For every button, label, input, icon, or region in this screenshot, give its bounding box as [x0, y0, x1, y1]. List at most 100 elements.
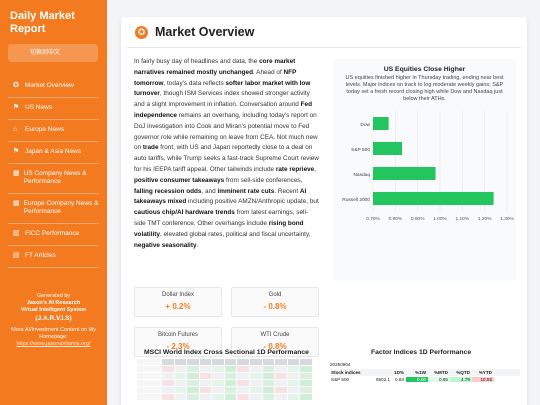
heatmap-row-label: [137, 373, 161, 379]
sidebar-item-japan-asia-news[interactable]: ⚑ Japan & Asia News: [0, 142, 107, 163]
heatmap-cell: [250, 387, 262, 393]
globe-icon: ✪: [13, 82, 19, 89]
heatmap-cell: [237, 366, 250, 372]
sidebar-item-us-news[interactable]: ⚑ US News: [0, 98, 107, 119]
sidebar-item-ficc-performance[interactable]: ▥ FICC Performance: [0, 224, 107, 245]
narrative-text: ,: [314, 165, 317, 173]
sidebar-item-label: US Company News & Performance: [23, 170, 87, 185]
metric-label: Gold: [268, 292, 282, 298]
narrative-text: . Ahead of: [252, 68, 284, 76]
main-card: ✪ Market Overview In fairly busy day of …: [121, 17, 527, 405]
heatmap-cell: [187, 387, 199, 393]
column-header: 1D%: [394, 370, 404, 375]
heatmap-cell: [300, 394, 312, 400]
factor-table: 20250904 Stock indices 1D% %1W %MTD %QTD %YTD…: [330, 362, 520, 383]
msci-title: MSCI World Index Cross Sectional 1D Perf…: [144, 349, 309, 356]
column-header: %YTD: [478, 370, 492, 375]
heatmap-cell: [224, 387, 237, 393]
heatmap-cell: [287, 359, 300, 365]
heatmap-cell: [275, 394, 287, 400]
category-label: S&P 500: [351, 147, 370, 153]
page-header: ✪ Market Overview: [135, 25, 254, 39]
sidebar-item-ft-articles[interactable]: ▤ FT Articles: [0, 246, 107, 267]
category-label: Nasdaq: [353, 172, 370, 178]
heatmap-cell: [162, 394, 174, 400]
x-tick-label: 0.80%: [389, 216, 403, 222]
factor-date: 20250904: [330, 362, 351, 367]
heatmap-cell: [212, 359, 224, 365]
globe-icon: ✪: [135, 25, 148, 39]
metric-label: Bitcoin Futures: [157, 332, 199, 338]
heatmap-row: [137, 380, 313, 386]
language-toggle-button[interactable]: 切换到中文: [8, 44, 98, 62]
heatmap-cell: [224, 380, 237, 386]
heatmap-row-label: [137, 380, 161, 386]
sidebar-footer: Generated by Jason's AI Research Virtual…: [4, 293, 103, 348]
heatmap-cell: [262, 359, 275, 365]
column-header: %MTD: [433, 370, 448, 375]
heatmap-cell: [187, 380, 199, 386]
x-tick-label: 0.70%: [366, 216, 380, 222]
divider: [127, 47, 521, 48]
sidebar-item-europe-company-news-performance[interactable]: ▦ Europe Company News & Performance: [0, 194, 107, 223]
highlight-text: trade: [142, 144, 159, 152]
heatmap-cell: [237, 387, 250, 393]
equities-chart-panel: US Equities Close Higher US equities fin…: [333, 59, 516, 281]
heatmap-cell: [287, 373, 300, 379]
category-label: Russell 2000: [342, 197, 370, 203]
bar-s-p-500: [373, 142, 403, 155]
heatmap-cell: [174, 394, 187, 400]
heatmap-row-label: [137, 359, 161, 365]
heatmap-row: [137, 394, 313, 400]
bar-dow: [373, 117, 389, 130]
sidebar: Daily Market Report 切换到中文 ✪ Market Overvi…: [0, 0, 107, 405]
building-icon: ▦: [13, 170, 20, 177]
narrative-text: , today's data reflects: [163, 79, 226, 87]
x-tick-label: 1.30%: [500, 216, 514, 222]
heatmap-cell: [162, 359, 174, 365]
heatmap-cell: [262, 387, 275, 393]
heatmap-cell: [275, 359, 287, 365]
heatmap-cell: [262, 394, 275, 400]
x-tick-label: 1.10%: [456, 216, 470, 222]
building-icon: ▦: [13, 200, 20, 207]
generated-by-label: Generated by: [36, 293, 71, 299]
sidebar-item-us-company-news-performance[interactable]: ▦ US Company News & Performance: [0, 164, 107, 193]
heatmap-cell: [174, 373, 187, 379]
heatmap-cell: [250, 394, 262, 400]
table-row: S&P 500 6502.1 0.83 0.00 0.65 4.79 10.55: [330, 376, 520, 383]
heatmap-cell: [275, 366, 287, 372]
heatmap-cell: [199, 366, 212, 372]
heatmap-cell: [199, 394, 212, 400]
flag-icon: ⚑: [13, 104, 20, 111]
heatmap-cell: [212, 373, 224, 379]
assistant-acronym: (J.A.R.V.I.S): [35, 315, 72, 322]
sidebar-item-market-overview[interactable]: ✪ Market Overview: [0, 76, 107, 97]
bank-icon: ⌂: [13, 126, 18, 133]
heatmap-cell: [300, 387, 312, 393]
highlight-text: imminent rate cuts: [217, 187, 275, 195]
heatmap-row: [137, 366, 313, 372]
x-tick-label: 1.00%: [433, 216, 447, 222]
heatmap-cell: [250, 380, 262, 386]
homepage-link[interactable]: https://www.jasonanliamis.org/: [4, 341, 103, 348]
heatmap-cell: [199, 387, 212, 393]
heatmap-cell: [224, 366, 237, 372]
heatmap-cell: [287, 387, 300, 393]
chart-icon: ▥: [13, 230, 20, 237]
x-tick-label: 1.20%: [478, 216, 492, 222]
heatmap-cell: [262, 380, 275, 386]
heatmap-cell: [199, 373, 212, 379]
heatmap-cell: [250, 366, 262, 372]
x-tick-label: 0.90%: [411, 216, 425, 222]
metric-value: + 0.2%: [165, 302, 191, 311]
heatmap-cell: [300, 366, 312, 372]
sidebar-item-label: Japan & Asia News: [25, 148, 82, 155]
column-header: Stock indices: [331, 370, 361, 375]
narrative-text: from sell-side conferences,: [224, 176, 303, 184]
heatmap-cell: [224, 359, 237, 365]
metric-label: WTI Crude: [260, 332, 290, 338]
sidebar-item-europe-news[interactable]: ⌂ Europe News: [0, 120, 107, 141]
heatmap-cell: [300, 359, 312, 365]
table-cell: 4.79: [450, 377, 472, 382]
